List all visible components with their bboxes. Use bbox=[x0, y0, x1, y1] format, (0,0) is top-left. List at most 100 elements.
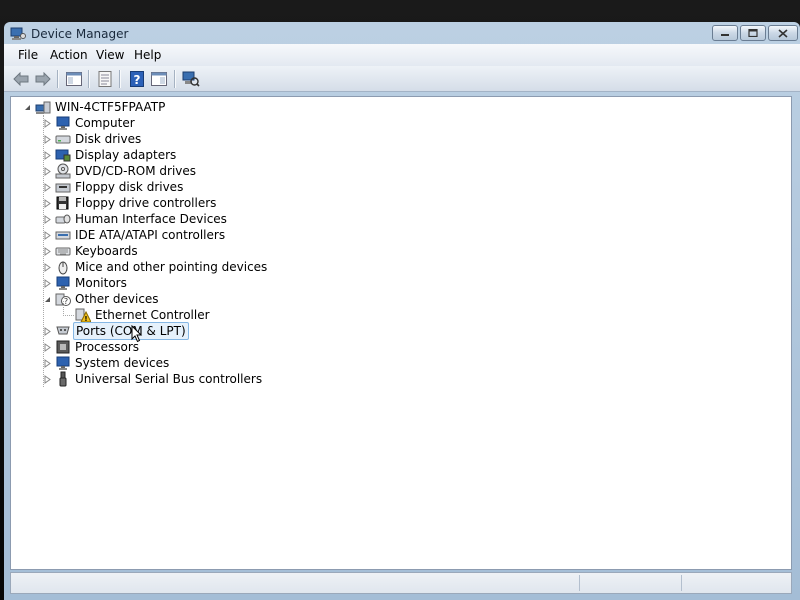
expand-arrow-icon[interactable] bbox=[43, 375, 52, 384]
status-bar-separator bbox=[681, 575, 682, 591]
status-bar-separator bbox=[579, 575, 580, 591]
scan-hardware-changes-icon bbox=[182, 71, 200, 87]
port-icon bbox=[56, 326, 70, 335]
forward-arrow-icon bbox=[35, 72, 51, 86]
expand-arrow-icon[interactable] bbox=[43, 199, 52, 208]
tree-category-monitors[interactable]: Monitors bbox=[55, 275, 129, 291]
close-button[interactable] bbox=[768, 25, 798, 41]
tree-category-processors[interactable]: Processors bbox=[55, 339, 141, 355]
collapse-arrow-icon[interactable] bbox=[23, 103, 32, 112]
processor-icon bbox=[56, 340, 70, 354]
show-hide-console-tree-button[interactable] bbox=[65, 70, 83, 88]
mouse-icon bbox=[58, 261, 68, 275]
tree-node-label: Monitors bbox=[75, 276, 127, 290]
expand-arrow-icon[interactable] bbox=[43, 343, 52, 352]
tree-node-label: Ethernet Controller bbox=[95, 308, 210, 322]
maximize-button[interactable] bbox=[740, 25, 766, 41]
device-tree: WIN-4CTF5FPAATP Computer Disk drives Displa… bbox=[10, 96, 792, 570]
mouse-cursor-icon bbox=[131, 325, 143, 343]
floppy-controller-icon bbox=[56, 196, 69, 210]
tree-device-ethernet-controller[interactable]: ! Ethernet Controller bbox=[75, 307, 212, 323]
menu-action[interactable]: Action bbox=[50, 48, 88, 62]
expand-arrow-icon[interactable] bbox=[43, 167, 52, 176]
tree-category-human-interface-devices[interactable]: Human Interface Devices bbox=[55, 211, 229, 227]
menu-file[interactable]: File bbox=[18, 48, 38, 62]
tree-category-system-devices[interactable]: System devices bbox=[55, 355, 171, 371]
toolbar-separator bbox=[119, 70, 120, 88]
expand-arrow-icon[interactable] bbox=[43, 135, 52, 144]
tree-category-dvd-cd-rom-drives[interactable]: DVD/CD-ROM drives bbox=[55, 163, 198, 179]
properties-icon bbox=[98, 71, 112, 87]
tree-node-label: Disk drives bbox=[75, 132, 142, 146]
show-action-pane-icon bbox=[151, 72, 167, 86]
system-device-icon bbox=[56, 356, 70, 370]
disk-drive-icon bbox=[55, 135, 71, 144]
tree-root-computer[interactable]: WIN-4CTF5FPAATP bbox=[35, 99, 167, 115]
tree-category-floppy-disk-drives[interactable]: Floppy disk drives bbox=[55, 179, 185, 195]
back-button[interactable] bbox=[12, 70, 30, 88]
device-manager-window: Device Manager File Action View Help ? W… bbox=[4, 22, 800, 600]
ide-controller-icon bbox=[55, 231, 71, 240]
expand-arrow-icon[interactable] bbox=[43, 279, 52, 288]
floppy-drive-icon bbox=[55, 183, 71, 193]
tree-category-universal-serial-bus-controllers[interactable]: Universal Serial Bus controllers bbox=[55, 371, 264, 387]
toolbar-separator bbox=[88, 70, 89, 88]
expand-arrow-icon[interactable] bbox=[43, 359, 52, 368]
tree-node-label: Floppy disk drives bbox=[75, 180, 184, 194]
tree-node-label: DVD/CD-ROM drives bbox=[75, 164, 197, 178]
tree-category-display-adapters[interactable]: Display adapters bbox=[55, 147, 178, 163]
tree-node-label: System devices bbox=[75, 356, 170, 370]
expand-arrow-icon[interactable] bbox=[43, 151, 52, 160]
tree-category-mice-and-other-pointing-devices[interactable]: Mice and other pointing devices bbox=[55, 259, 269, 275]
expand-arrow-icon[interactable] bbox=[43, 263, 52, 272]
window-title: Device Manager bbox=[31, 27, 129, 41]
expand-arrow-icon[interactable] bbox=[43, 183, 52, 192]
help-button[interactable]: ? bbox=[128, 70, 146, 88]
dvd-drive-icon bbox=[55, 163, 71, 179]
computer-monitor-icon bbox=[56, 116, 70, 130]
monitor-icon bbox=[56, 276, 70, 290]
menu-view[interactable]: View bbox=[96, 48, 124, 62]
tree-node-label: WIN-4CTF5FPAATP bbox=[55, 100, 166, 114]
tree-category-keyboards[interactable]: Keyboards bbox=[55, 243, 140, 259]
tree-node-label: Human Interface Devices bbox=[75, 212, 227, 226]
toolbar-separator bbox=[57, 70, 58, 88]
title-bar[interactable]: Device Manager bbox=[4, 22, 800, 46]
tree-node-label: Computer bbox=[75, 116, 135, 130]
expand-arrow-icon[interactable] bbox=[43, 119, 52, 128]
tree-category-disk-drives[interactable]: Disk drives bbox=[55, 131, 143, 147]
menu-help[interactable]: Help bbox=[134, 48, 161, 62]
tree-category-ports-com-lpt[interactable]: Ports (COM & LPT) bbox=[55, 322, 189, 340]
tree-category-computer[interactable]: Computer bbox=[55, 115, 137, 131]
tree-node-label: IDE ATA/ATAPI controllers bbox=[75, 228, 226, 242]
minimize-button[interactable] bbox=[712, 25, 738, 41]
show-action-pane-button[interactable] bbox=[150, 70, 168, 88]
device-manager-app-icon bbox=[10, 27, 26, 40]
svg-text:?: ? bbox=[134, 73, 141, 87]
expand-arrow-icon[interactable] bbox=[43, 327, 52, 336]
tree-node-label: Floppy drive controllers bbox=[75, 196, 217, 210]
tree-node-label: Other devices bbox=[75, 292, 159, 306]
tree-category-ide-ata-atapi-controllers[interactable]: IDE ATA/ATAPI controllers bbox=[55, 227, 227, 243]
tree-node-label: Display adapters bbox=[75, 148, 177, 162]
close-icon bbox=[778, 28, 788, 38]
collapse-arrow-icon[interactable] bbox=[43, 295, 52, 304]
properties-button[interactable] bbox=[96, 70, 114, 88]
show-hide-console-tree-icon bbox=[66, 72, 82, 86]
expand-arrow-icon[interactable] bbox=[43, 247, 52, 256]
expand-arrow-icon[interactable] bbox=[43, 215, 52, 224]
usb-icon bbox=[59, 371, 67, 387]
forward-button[interactable] bbox=[34, 70, 52, 88]
help-icon: ? bbox=[130, 71, 144, 87]
toolbar: ? bbox=[4, 66, 800, 92]
tree-node-label: Universal Serial Bus controllers bbox=[75, 372, 263, 386]
status-bar bbox=[10, 572, 792, 594]
minimize-icon bbox=[721, 34, 729, 36]
tree-category-floppy-drive-controllers[interactable]: Floppy drive controllers bbox=[55, 195, 218, 211]
tree-node-label: Keyboards bbox=[75, 244, 138, 258]
expand-arrow-icon[interactable] bbox=[43, 231, 52, 240]
scan-hardware-changes-button[interactable] bbox=[182, 70, 200, 88]
maximize-icon bbox=[748, 29, 758, 37]
toolbar-separator bbox=[174, 70, 175, 88]
computer-icon bbox=[35, 101, 51, 114]
